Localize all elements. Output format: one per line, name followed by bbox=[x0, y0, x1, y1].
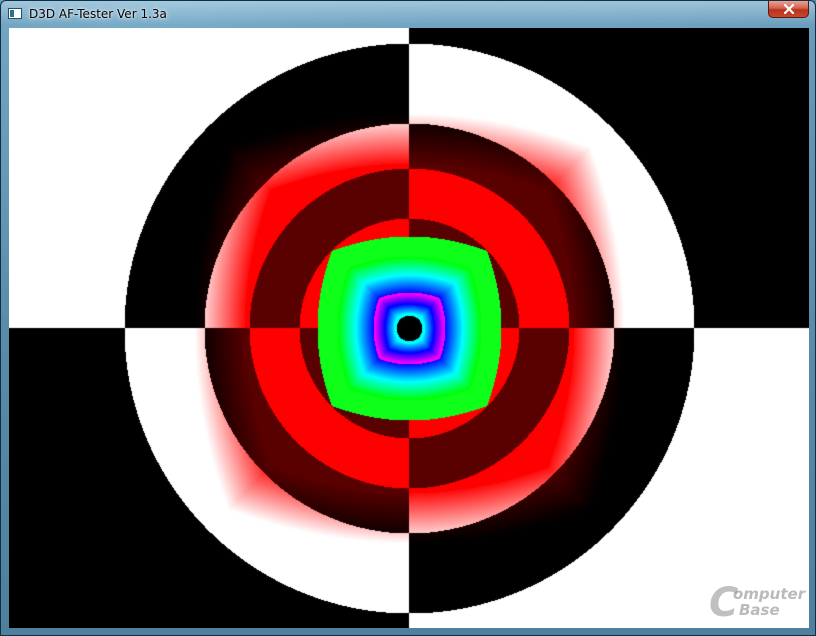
app-window-icon[interactable] bbox=[8, 8, 22, 19]
close-icon bbox=[783, 4, 794, 14]
close-button[interactable] bbox=[768, 1, 809, 18]
render-viewport[interactable]: C omputer Base bbox=[9, 28, 809, 628]
title-bar[interactable]: D3D AF-Tester Ver 1.3a bbox=[1, 1, 815, 27]
app-window: D3D AF-Tester Ver 1.3a C omputer Base bbox=[0, 0, 816, 636]
window-title: D3D AF-Tester Ver 1.3a bbox=[29, 7, 167, 21]
af-tunnel-render bbox=[9, 28, 809, 628]
